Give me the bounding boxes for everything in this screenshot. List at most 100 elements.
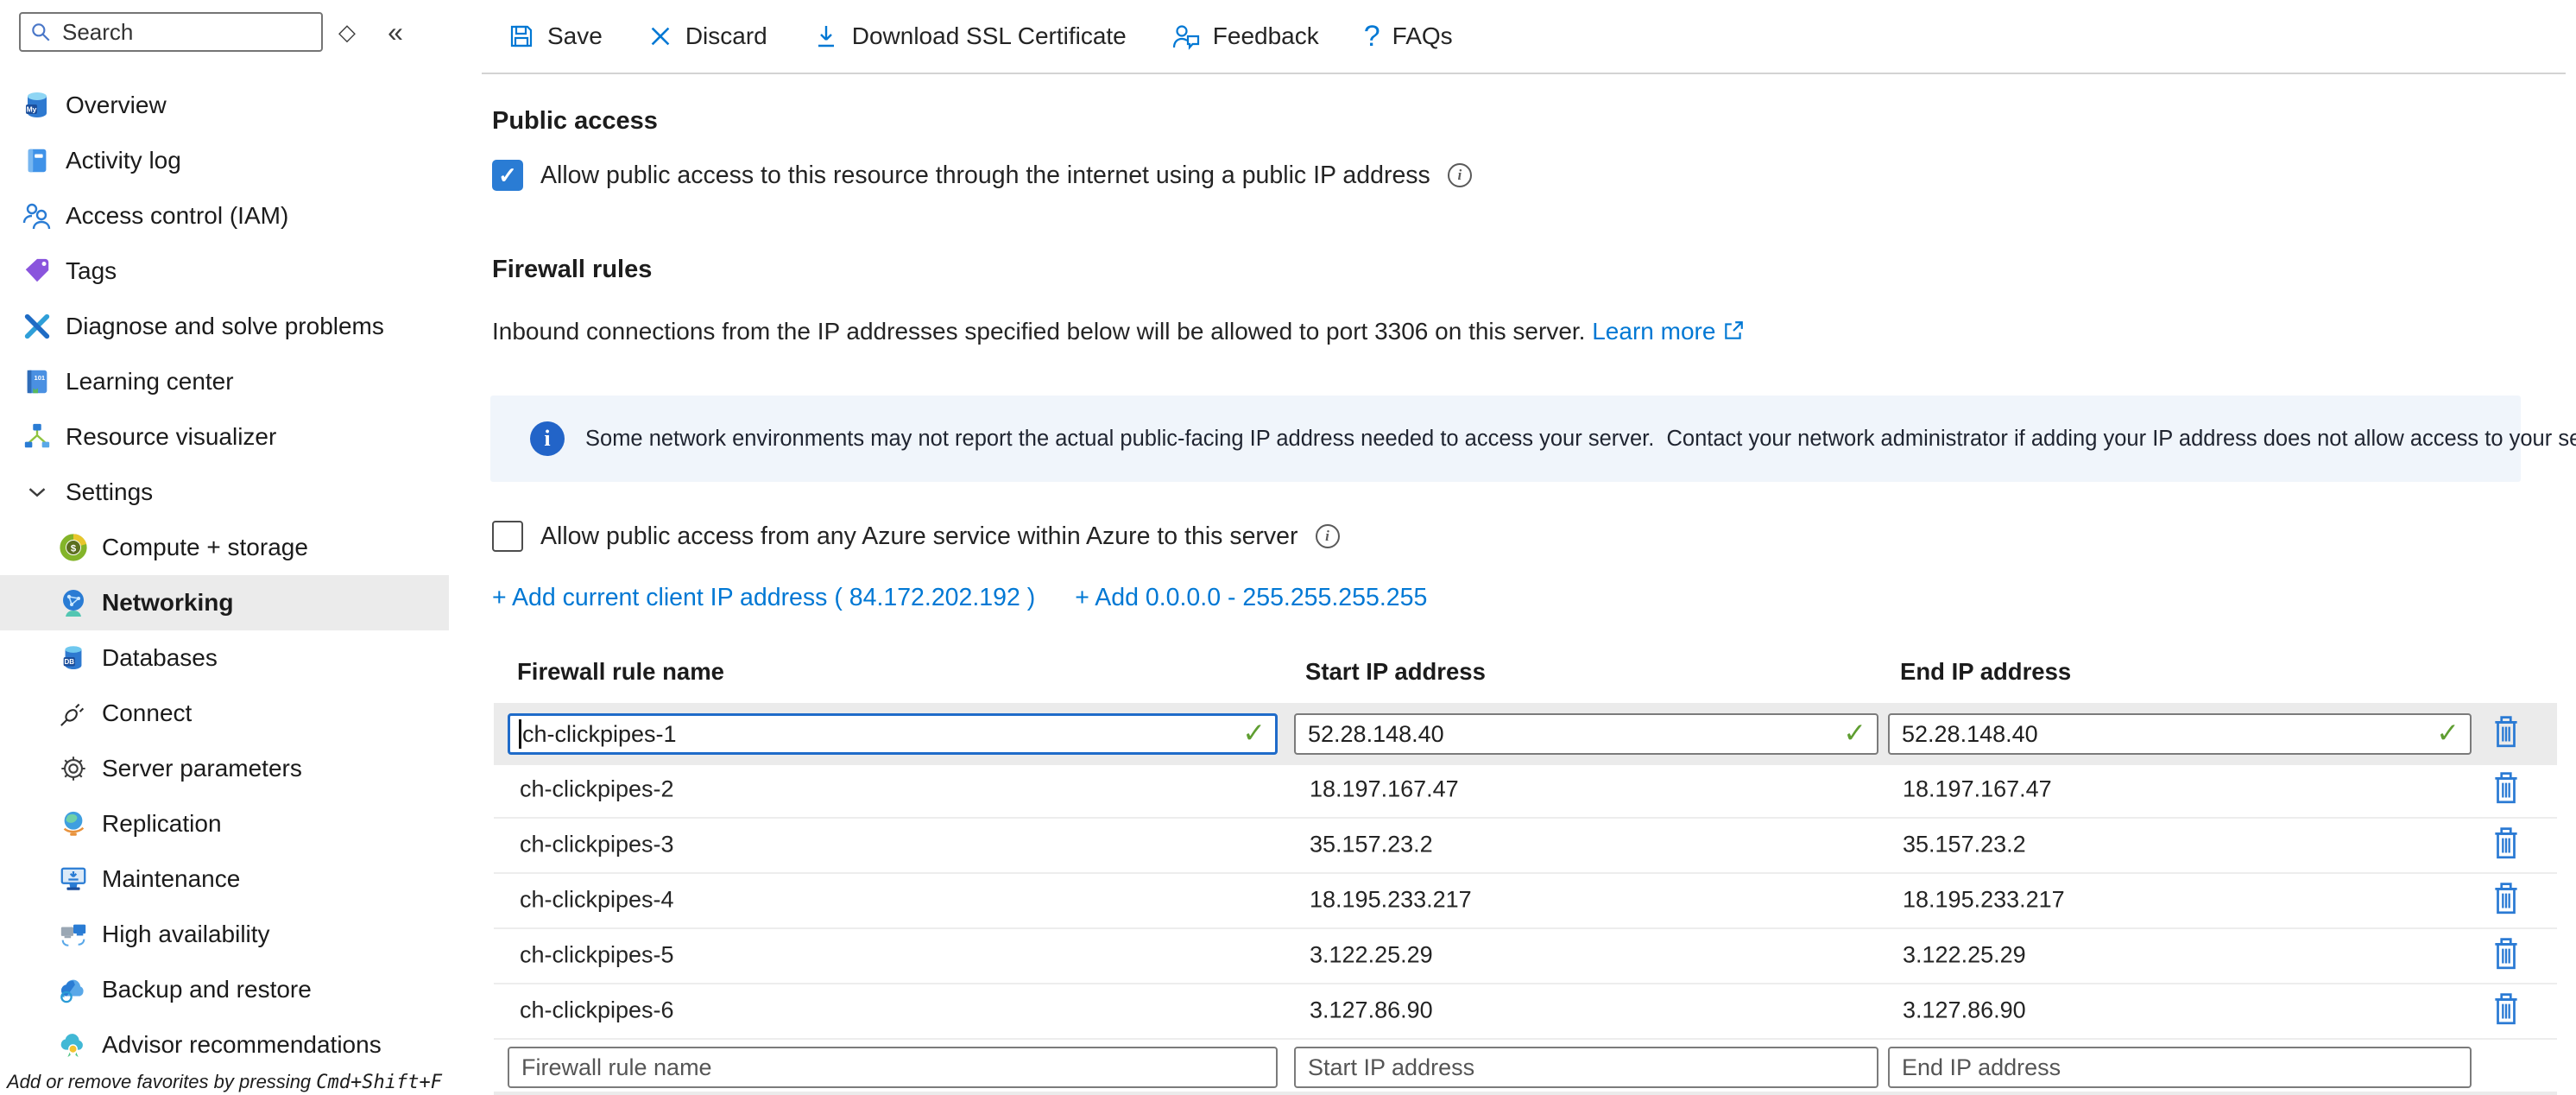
sidebar-item-advisor-recommendations[interactable]: Advisor recommendations [0, 1017, 449, 1073]
sidebar-item-databases[interactable]: DB Databases [0, 630, 449, 686]
save-button[interactable]: Save [485, 22, 625, 50]
networking-globe-icon [57, 586, 90, 619]
sidebar-group-label: Settings [66, 478, 153, 506]
add-full-range-link[interactable]: + Add 0.0.0.0 - 255.255.255.255 [1075, 584, 1427, 612]
azure-networking-page: ◇ « My Overview Activity log Access cont… [0, 0, 2576, 1095]
start-ip-input[interactable] [1294, 713, 1878, 755]
new-rule-name-input-wrap [508, 1047, 1278, 1088]
firewall-rule-row: ch-clickpipes-4 18.195.233.217 18.195.23… [494, 872, 2557, 929]
sidebar-item-overview[interactable]: My Overview [0, 78, 449, 133]
download-icon [812, 22, 840, 50]
learn-more-link[interactable]: Learn more [1592, 318, 1715, 345]
delete-rule-button[interactable] [2491, 992, 2521, 1029]
sidebar-item-label: Networking [102, 589, 233, 617]
public-access-heading: Public access [492, 107, 658, 136]
sidebar-item-high-availability[interactable]: High availability [0, 907, 449, 962]
new-end-ip-input[interactable] [1888, 1047, 2472, 1088]
delete-rule-button[interactable] [2491, 771, 2521, 807]
trash-icon [2492, 771, 2520, 806]
info-icon[interactable]: i [1448, 163, 1472, 187]
toolbar-divider [482, 73, 2566, 74]
diagnose-tools-icon [21, 310, 54, 343]
delete-rule-button[interactable] [2491, 715, 2521, 751]
sidebar-item-label: Activity log [66, 147, 181, 174]
delete-rule-button[interactable] [2491, 826, 2521, 863]
sidebar-item-backup-restore[interactable]: Backup and restore [0, 962, 449, 1017]
trash-icon [2492, 882, 2520, 916]
sidebar-item-label: Server parameters [102, 755, 302, 782]
gear-icon [57, 752, 90, 785]
svg-text:DB: DB [64, 658, 74, 666]
save-icon [508, 22, 535, 50]
sidebar: ◇ « My Overview Activity log Access cont… [0, 0, 449, 1095]
new-end-ip-input-wrap [1888, 1047, 2472, 1088]
svg-text:$: $ [71, 543, 77, 554]
content-pane: Save Discard Download SSL Certificate Fe… [449, 0, 2576, 1095]
azure-services-checkbox-row: Allow public access from any Azure servi… [492, 519, 1340, 554]
sidebar-item-replication[interactable]: Replication [0, 796, 449, 851]
end-ip-input-wrap: ✓ [1888, 713, 2472, 755]
info-icon[interactable]: i [1316, 524, 1340, 548]
chevron-down-icon [21, 476, 54, 509]
public-access-checkbox[interactable]: ✓ [492, 160, 523, 191]
end-ip-input[interactable] [1888, 713, 2472, 755]
info-banner-text: Some network environments may not report… [585, 427, 2576, 452]
discard-button[interactable]: Discard [625, 22, 790, 50]
advisor-cloud-icon [57, 1029, 90, 1061]
delete-rule-button[interactable] [2491, 882, 2521, 918]
sidebar-item-diagnose[interactable]: Diagnose and solve problems [0, 299, 449, 354]
backup-cloud-icon [57, 973, 90, 1006]
sidebar-item-learning-center[interactable]: 101 Learning center [0, 354, 449, 409]
info-banner: i Some network environments may not repo… [490, 396, 2521, 482]
rule-name-input-wrap: ✓ [508, 713, 1278, 755]
search-input[interactable] [60, 18, 313, 47]
add-client-ip-link[interactable]: + Add current client IP address ( 84.172… [492, 584, 1035, 612]
learning-book-icon: 101 [21, 365, 54, 398]
new-start-ip-input-wrap [1294, 1047, 1878, 1088]
sidebar-item-resource-visualizer[interactable]: Resource visualizer [0, 409, 449, 465]
sidebar-item-access-control[interactable]: Access control (IAM) [0, 188, 449, 244]
svg-text:101: 101 [35, 374, 46, 382]
sidebar-item-label: Tags [66, 257, 117, 285]
sidebar-item-label: Advisor recommendations [102, 1031, 382, 1059]
feedback-button[interactable]: Feedback [1149, 22, 1342, 51]
sidebar-item-connect[interactable]: Connect [0, 686, 449, 741]
sidebar-nav: My Overview Activity log Access control … [0, 78, 449, 1073]
sidebar-item-label: Access control (IAM) [66, 202, 288, 230]
compute-storage-icon: $ [57, 531, 90, 564]
diamond-icon[interactable]: ◇ [323, 12, 371, 52]
sidebar-item-activity-log[interactable]: Activity log [0, 133, 449, 188]
sidebar-item-label: Diagnose and solve problems [66, 313, 384, 340]
download-ssl-certificate-button[interactable]: Download SSL Certificate [790, 22, 1149, 50]
azure-services-checkbox[interactable] [492, 521, 523, 552]
sidebar-item-label: High availability [102, 921, 270, 948]
tag-icon [21, 255, 54, 288]
column-header-name: Firewall rule name [517, 658, 724, 686]
sidebar-item-maintenance[interactable]: Maintenance [0, 851, 449, 907]
sidebar-item-server-parameters[interactable]: Server parameters [0, 741, 449, 796]
favorites-hint: Add or remove favorites by pressing Cmd+… [7, 1071, 442, 1093]
firewall-description: Inbound connections from the IP addresse… [492, 318, 1745, 345]
sidebar-item-compute-storage[interactable]: $ Compute + storage [0, 520, 449, 575]
plug-icon [57, 697, 90, 730]
new-start-ip-input[interactable] [1294, 1047, 1878, 1088]
high-availability-icon [57, 918, 90, 951]
collapse-sidebar-icon[interactable]: « [371, 12, 420, 52]
trash-icon [2492, 937, 2520, 972]
search-box[interactable] [19, 12, 323, 52]
sidebar-item-networking[interactable]: Networking [0, 575, 449, 630]
faqs-button[interactable]: ? FAQs [1342, 22, 1475, 51]
trash-icon [2492, 826, 2520, 861]
new-rule-name-input[interactable] [508, 1047, 1278, 1088]
sidebar-item-tags[interactable]: Tags [0, 244, 449, 299]
public-access-checkbox-label: Allow public access to this resource thr… [540, 161, 1430, 190]
access-control-icon [21, 199, 54, 232]
add-links-row: + Add current client IP address ( 84.172… [492, 584, 1427, 612]
column-header-end: End IP address [1900, 658, 2071, 686]
delete-rule-button[interactable] [2491, 937, 2521, 973]
sidebar-item-label: Overview [66, 92, 167, 119]
azure-services-checkbox-label: Allow public access from any Azure servi… [540, 522, 1298, 551]
rule-name-input[interactable] [508, 713, 1278, 755]
sidebar-group-settings[interactable]: Settings [0, 465, 449, 520]
start-ip-input-wrap: ✓ [1294, 713, 1878, 755]
